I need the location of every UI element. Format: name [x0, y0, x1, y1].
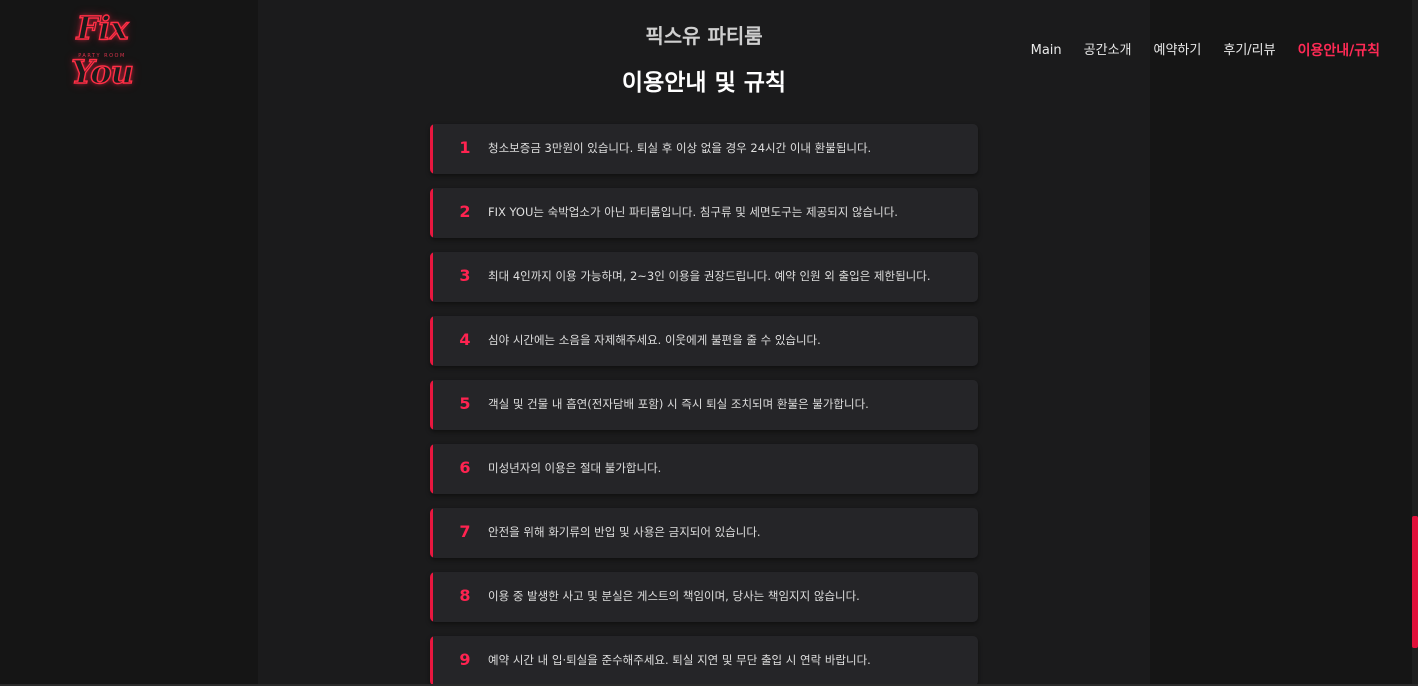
nav-item-reservation[interactable]: 예약하기	[1154, 40, 1202, 62]
nav-item-guide-rules[interactable]: 이용안내/규칙	[1298, 40, 1380, 62]
rule-number: 6	[459, 458, 471, 477]
rule-number: 9	[459, 650, 471, 669]
nav-item-space[interactable]: 공간소개	[1084, 40, 1132, 62]
site-logo[interactable]: Fix You PARTY ROOM	[44, 6, 160, 91]
rule-text: 안전을 위해 화기류의 반입 및 사용은 금지되어 있습니다.	[488, 525, 761, 539]
rules-list: 1 청소보증금 3만원이 있습니다. 퇴실 후 이상 없을 경우 24시간 이내…	[430, 124, 978, 686]
rule-number: 5	[459, 394, 471, 413]
main-nav: Main 공간소개 예약하기 후기/리뷰 이용안내/규칙	[1031, 40, 1380, 62]
rule-text: 미성년자의 이용은 절대 불가합니다.	[488, 461, 662, 475]
rule-item: 8 이용 중 발생한 사고 및 분실은 게스트의 책임이며, 당사는 책임지지 …	[430, 572, 978, 622]
page-scrollbar[interactable]	[1412, 0, 1418, 686]
rule-item: 6 미성년자의 이용은 절대 불가합니다.	[430, 444, 978, 494]
rule-text: 객실 및 건물 내 흡연(전자담배 포함) 시 즉시 퇴실 조치되며 환불은 불…	[488, 397, 869, 411]
rule-item: 9 예약 시간 내 입·퇴실을 준수해주세요. 퇴실 지연 및 무단 출입 시 …	[430, 636, 978, 686]
rule-item: 2 FIX YOU는 숙박업소가 아닌 파티룸입니다. 침구류 및 세면도구는 …	[430, 188, 978, 238]
rule-item: 4 심야 시간에는 소음을 자제해주세요. 이웃에게 불편을 줄 수 있습니다.	[430, 316, 978, 366]
rule-item: 7 안전을 위해 화기류의 반입 및 사용은 금지되어 있습니다.	[430, 508, 978, 558]
rule-number: 4	[459, 330, 471, 349]
rule-text: 이용 중 발생한 사고 및 분실은 게스트의 책임이며, 당사는 책임지지 않습…	[488, 589, 860, 603]
rule-text: 예약 시간 내 입·퇴실을 준수해주세요. 퇴실 지연 및 무단 출입 시 연락…	[488, 653, 871, 667]
rule-text: 최대 4인까지 이용 가능하며, 2~3인 이용을 권장드립니다. 예약 인원 …	[488, 269, 931, 283]
scrollbar-thumb[interactable]	[1412, 516, 1418, 648]
rule-number: 3	[459, 266, 471, 285]
nav-item-main[interactable]: Main	[1031, 40, 1062, 62]
page-heading: 이용안내 및 규칙	[621, 70, 787, 96]
rule-number: 1	[459, 138, 471, 157]
logo-subtitle: PARTY ROOM	[78, 53, 126, 59]
rule-item: 5 객실 및 건물 내 흡연(전자담배 포함) 시 즉시 퇴실 조치되며 환불은…	[430, 380, 978, 430]
rule-item: 1 청소보증금 3만원이 있습니다. 퇴실 후 이상 없을 경우 24시간 이내…	[430, 124, 978, 174]
site-title: 픽스유 파티룸	[645, 24, 763, 48]
rule-text: FIX YOU는 숙박업소가 아닌 파티룸입니다. 침구류 및 세면도구는 제공…	[488, 205, 898, 219]
rule-item: 3 최대 4인까지 이용 가능하며, 2~3인 이용을 권장드립니다. 예약 인…	[430, 252, 978, 302]
rule-number: 7	[459, 522, 471, 541]
page: Fix You PARTY ROOM 픽스유 파티룸 Main 공간소개 예약하…	[0, 0, 1418, 686]
nav-item-reviews[interactable]: 후기/리뷰	[1223, 40, 1275, 62]
rule-text: 청소보증금 3만원이 있습니다. 퇴실 후 이상 없을 경우 24시간 이내 환…	[488, 141, 872, 155]
rule-number: 2	[459, 202, 471, 221]
rule-number: 8	[459, 586, 471, 605]
logo-wordmark: Fix You	[70, 8, 134, 91]
rule-text: 심야 시간에는 소음을 자제해주세요. 이웃에게 불편을 줄 수 있습니다.	[488, 333, 821, 347]
